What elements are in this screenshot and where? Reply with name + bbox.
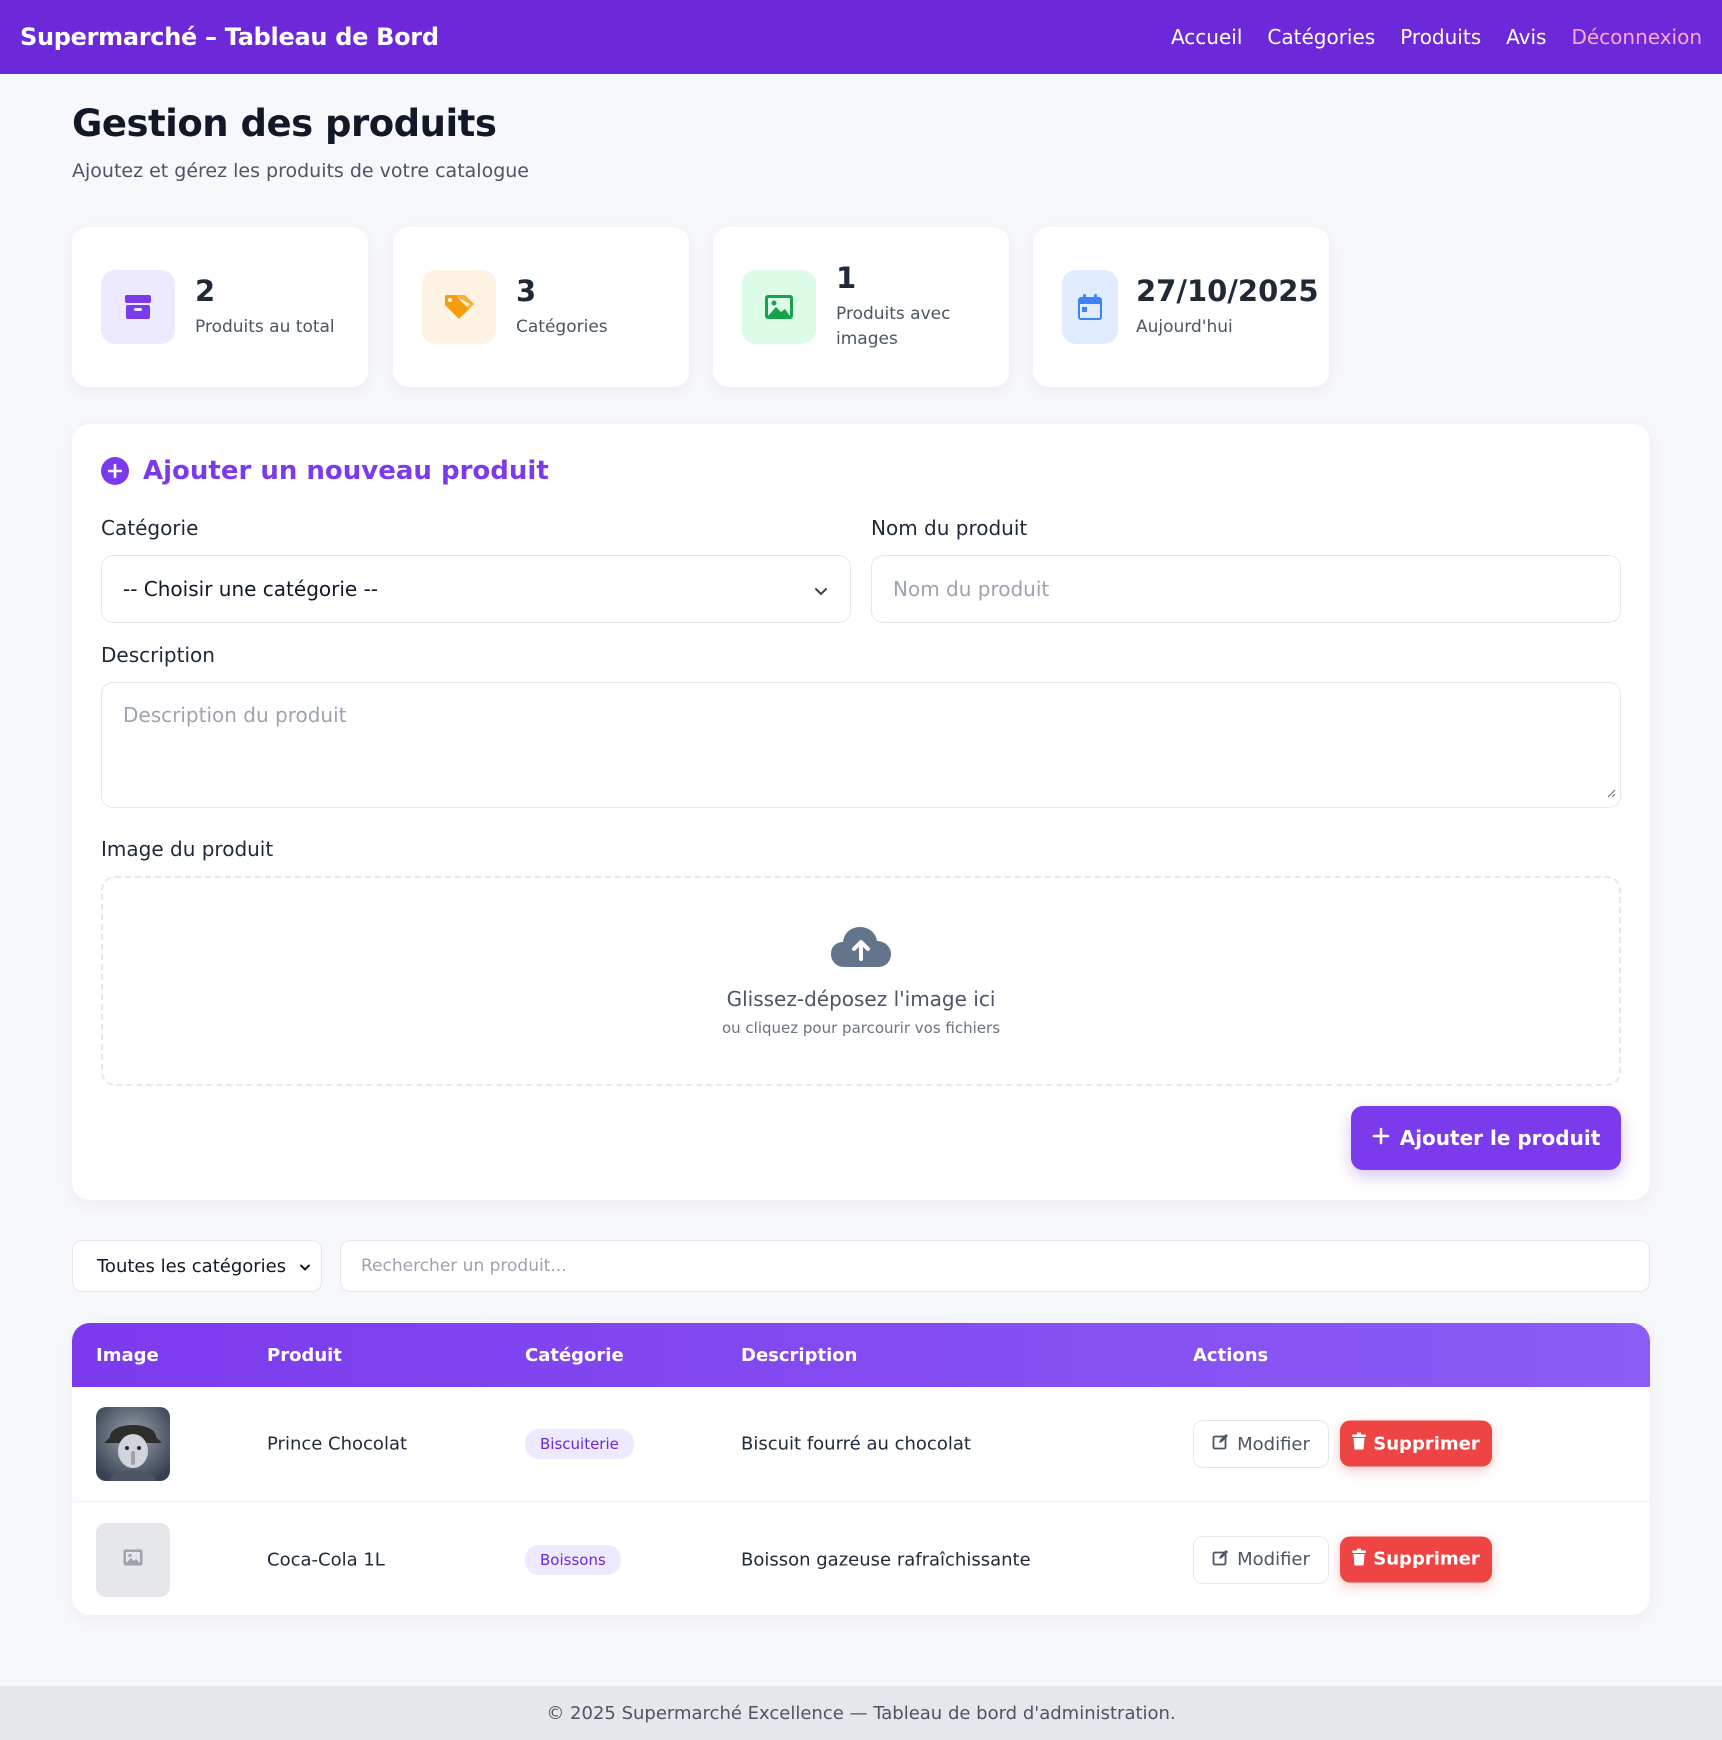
delete-button[interactable]: Supprimer — [1340, 1420, 1492, 1467]
stat-card-products: 2 Produits au total — [72, 227, 368, 387]
nav-link-accueil[interactable]: Accueil — [1171, 25, 1242, 49]
image-placeholder-icon — [123, 1549, 143, 1570]
add-product-form: Ajouter un nouveau produit Catégorie -- … — [72, 424, 1650, 1200]
nav-links: Accueil Catégories Produits Avis Déconne… — [1171, 25, 1702, 49]
chevron-down-icon — [299, 1256, 311, 1277]
navbar: Supermarché – Tableau de Bord Accueil Ca… — [0, 0, 1722, 74]
cloud-upload-icon — [829, 925, 893, 973]
tags-icon — [422, 270, 496, 344]
add-product-button[interactable]: Ajouter le produit — [1351, 1106, 1621, 1170]
stat-value: 27/10/2025 — [1136, 273, 1319, 308]
stat-card-date: 27/10/2025 Aujourd'hui — [1033, 227, 1329, 387]
description-cell: Biscuit fourré au chocolat — [741, 1433, 971, 1455]
category-filter-value: Toutes les catégories — [97, 1255, 287, 1277]
description-cell: Boisson gazeuse rafraîchissante — [741, 1549, 1031, 1570]
product-name-cell: Prince Chocolat — [267, 1433, 408, 1455]
edit-button[interactable]: Modifier — [1193, 1535, 1329, 1584]
product-search-input[interactable]: Rechercher un produit... — [340, 1240, 1650, 1292]
add-product-button-label: Ajouter le produit — [1399, 1126, 1601, 1150]
category-filter-select[interactable]: Toutes les catégories — [72, 1240, 322, 1292]
description-label: Description — [101, 643, 215, 667]
image-icon — [742, 270, 816, 344]
form-heading: Ajouter un nouveau produit — [101, 456, 549, 486]
stat-value: 1 — [836, 261, 857, 296]
edit-button[interactable]: Modifier — [1193, 1420, 1329, 1468]
box-icon — [101, 270, 175, 344]
table-row: Coca-Cola 1L Boissons Boisson gazeuse ra… — [72, 1502, 1650, 1615]
delete-button-label: Supprimer — [1373, 1548, 1480, 1570]
column-header-image: Image — [96, 1345, 159, 1366]
product-thumbnail — [96, 1407, 170, 1481]
product-thumbnail-placeholder — [96, 1522, 170, 1597]
edit-button-label: Modifier — [1237, 1549, 1310, 1570]
footer: © 2025 Supermarché Excellence — Tableau … — [0, 1686, 1722, 1740]
calendar-icon — [1062, 270, 1118, 344]
resize-handle-icon[interactable] — [1606, 779, 1616, 803]
edit-icon — [1212, 1433, 1229, 1455]
edit-icon — [1212, 1549, 1229, 1571]
column-header-category: Catégorie — [525, 1345, 624, 1366]
description-placeholder: Description du produit — [123, 703, 347, 727]
page-subtitle: Ajoutez et gérez les produits de votre c… — [72, 160, 529, 182]
footer-text: © 2025 Supermarché Excellence — Tableau … — [546, 1702, 1176, 1724]
chevron-down-icon — [814, 577, 828, 601]
trash-icon — [1352, 1548, 1367, 1570]
nav-link-categories[interactable]: Catégories — [1267, 25, 1375, 49]
product-name-placeholder: Nom du produit — [893, 577, 1050, 601]
search-placeholder: Rechercher un produit... — [361, 1256, 567, 1276]
category-badge: Biscuiterie — [525, 1429, 634, 1459]
plus-circle-icon — [101, 457, 129, 485]
image-label: Image du produit — [101, 837, 274, 861]
nav-link-logout[interactable]: Déconnexion — [1571, 25, 1702, 49]
column-header-actions: Actions — [1193, 1345, 1269, 1366]
stat-label: Catégories — [516, 316, 608, 337]
stat-label: Produits au total — [195, 316, 335, 337]
product-name-input[interactable]: Nom du produit — [871, 555, 1621, 623]
table-row: Prince Chocolat Biscuiterie Biscuit four… — [72, 1387, 1650, 1502]
product-name-cell: Coca-Cola 1L — [267, 1549, 385, 1570]
table-header: Image Produit Catégorie Description Acti… — [72, 1323, 1650, 1387]
image-dropzone[interactable]: Glissez-déposez l'image ici ou cliquez p… — [101, 876, 1621, 1086]
name-label: Nom du produit — [871, 516, 1028, 540]
stat-value: 3 — [516, 273, 537, 308]
stat-label: Produits avec images — [836, 303, 951, 350]
dropzone-sub-text: ou cliquez pour parcourir vos fichiers — [721, 1019, 1001, 1037]
stat-card-images: 1 Produits avec images — [713, 227, 1009, 387]
page-title: Gestion des produits — [72, 102, 497, 145]
dropzone-main-text: Glissez-déposez l'image ici — [726, 987, 996, 1011]
column-header-description: Description — [741, 1345, 858, 1366]
nav-link-produits[interactable]: Produits — [1400, 25, 1481, 49]
stat-label: Aujourd'hui — [1136, 316, 1233, 337]
nav-link-avis[interactable]: Avis — [1506, 25, 1546, 49]
products-table: Image Produit Catégorie Description Acti… — [72, 1323, 1650, 1615]
edit-button-label: Modifier — [1237, 1433, 1310, 1455]
form-heading-text: Ajouter un nouveau produit — [143, 456, 549, 486]
description-textarea[interactable]: Description du produit — [101, 682, 1621, 808]
category-badge: Boissons — [525, 1544, 621, 1575]
trash-icon — [1352, 1432, 1367, 1455]
stat-card-categories: 3 Catégories — [393, 227, 689, 387]
plus-icon — [1372, 1126, 1390, 1150]
column-header-product: Produit — [267, 1345, 342, 1366]
delete-button[interactable]: Supprimer — [1340, 1536, 1492, 1583]
category-label: Catégorie — [101, 516, 199, 540]
delete-button-label: Supprimer — [1373, 1433, 1480, 1455]
category-select-value: -- Choisir une catégorie -- — [123, 577, 378, 601]
stat-value: 2 — [195, 273, 216, 308]
category-select[interactable]: -- Choisir une catégorie -- — [101, 555, 851, 623]
brand-title[interactable]: Supermarché – Tableau de Bord — [20, 23, 439, 51]
